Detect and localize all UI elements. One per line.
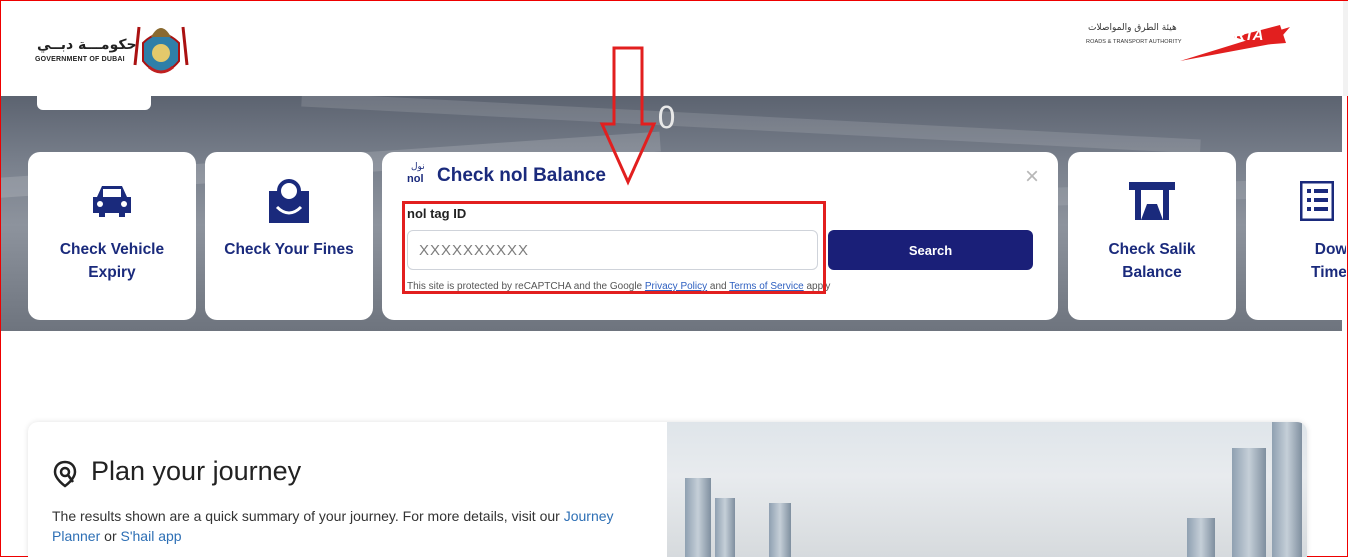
rta-logo[interactable]: هيئة الطرق والمواصلات ROADS & TRANSPORT … xyxy=(1084,19,1299,67)
privacy-policy-link[interactable]: Privacy Policy xyxy=(645,281,707,292)
recaptcha-text: This site is protected by reCAPTCHA and … xyxy=(407,281,645,292)
plan-journey-title: Plan your journey xyxy=(91,456,302,486)
timetable-icon xyxy=(1300,180,1334,222)
terms-of-service-link[interactable]: Terms of Service xyxy=(729,281,803,292)
fines-icon xyxy=(269,179,309,223)
close-icon[interactable]: × xyxy=(1022,165,1042,189)
plan-journey-section: Plan your journey The results shown are … xyxy=(28,422,1307,557)
hero-overlay-text: 0 xyxy=(657,101,677,136)
skyline-building xyxy=(685,478,711,557)
skyline-building xyxy=(769,503,791,557)
location-pin-icon xyxy=(53,460,77,488)
nol-tag-id-input[interactable] xyxy=(407,230,818,270)
gov-logo-arabic: حكومـــة دبــي xyxy=(37,37,137,53)
check-vehicle-expiry-card[interactable]: Check Vehicle Expiry xyxy=(28,152,196,320)
skyline-building xyxy=(715,498,735,557)
hero-road-decoration xyxy=(301,96,1201,154)
plan-journey-panel: Plan your journey The results shown are … xyxy=(28,422,667,557)
salik-gate-icon xyxy=(1129,180,1175,222)
journey-planner-link-line2[interactable]: Planner xyxy=(52,528,100,544)
card-label-line: Timetal xyxy=(1311,264,1346,281)
check-salik-balance-card[interactable]: Check Salik Balance xyxy=(1068,152,1236,320)
car-icon xyxy=(89,180,135,222)
nol-logo-icon: نول nol xyxy=(404,162,428,186)
search-button[interactable]: Search xyxy=(828,230,1033,270)
recaptcha-text: and xyxy=(707,281,730,292)
rta-mark-text: RTA xyxy=(1234,27,1264,44)
journey-planner-link[interactable]: Journey xyxy=(564,508,614,524)
card-label-line: Check Salik xyxy=(1108,241,1196,258)
recaptcha-text: apply xyxy=(803,281,831,292)
nol-card-title: Check nol Balance xyxy=(437,165,606,186)
check-vehicle-expiry-label: Check Vehicle Expiry xyxy=(60,238,164,284)
nol-logo-arabic: نول xyxy=(411,162,425,172)
card-label-line: Balance xyxy=(1122,264,1182,281)
nol-logo-english: nol xyxy=(407,173,424,185)
card-label-line: Check Vehicle xyxy=(59,241,165,258)
recaptcha-notice: This site is protected by reCAPTCHA and … xyxy=(407,281,830,292)
download-timetable-card[interactable]: Downl Timetal xyxy=(1246,152,1346,320)
skyline-building xyxy=(1272,422,1302,557)
gov-logo-english: GOVERNMENT OF DUBAI xyxy=(35,56,125,63)
dubai-emblem-icon xyxy=(133,26,189,74)
hero-tab-edge xyxy=(37,96,151,110)
skyline-building xyxy=(1187,518,1215,557)
journey-desc-text: The results shown are a quick summary of… xyxy=(52,508,564,524)
dubai-skyline-image xyxy=(667,422,1307,557)
scroll-edge xyxy=(1343,1,1348,96)
government-of-dubai-logo[interactable]: حكومـــة دبــي GOVERNMENT OF DUBAI xyxy=(31,17,191,83)
check-your-fines-card[interactable]: Check Your Fines xyxy=(205,152,373,320)
card-label-line: Expiry xyxy=(88,264,136,281)
check-nol-balance-card: نول nol Check nol Balance × nol tag ID S… xyxy=(382,152,1058,320)
check-salik-balance-label: Check Salik Balance xyxy=(1108,238,1195,284)
journey-desc-text: or xyxy=(100,528,121,544)
site-header: حكومـــة دبــي GOVERNMENT OF DUBAI هيئة … xyxy=(1,1,1348,96)
rta-logo-english: ROADS & TRANSPORT AUTHORITY xyxy=(1086,39,1182,45)
check-your-fines-label: Check Your Fines xyxy=(224,241,354,258)
skyline-building xyxy=(1232,448,1266,557)
nol-tag-id-label: nol tag ID xyxy=(407,206,467,221)
card-label-line: Downl xyxy=(1314,241,1346,258)
download-timetable-label: Downl Timetal xyxy=(1311,238,1346,284)
plan-journey-description: The results shown are a quick summary of… xyxy=(52,506,632,546)
shail-app-link[interactable]: S'hail app xyxy=(121,528,182,544)
rta-logo-arabic: هيئة الطرق والمواصلات xyxy=(1088,23,1177,33)
